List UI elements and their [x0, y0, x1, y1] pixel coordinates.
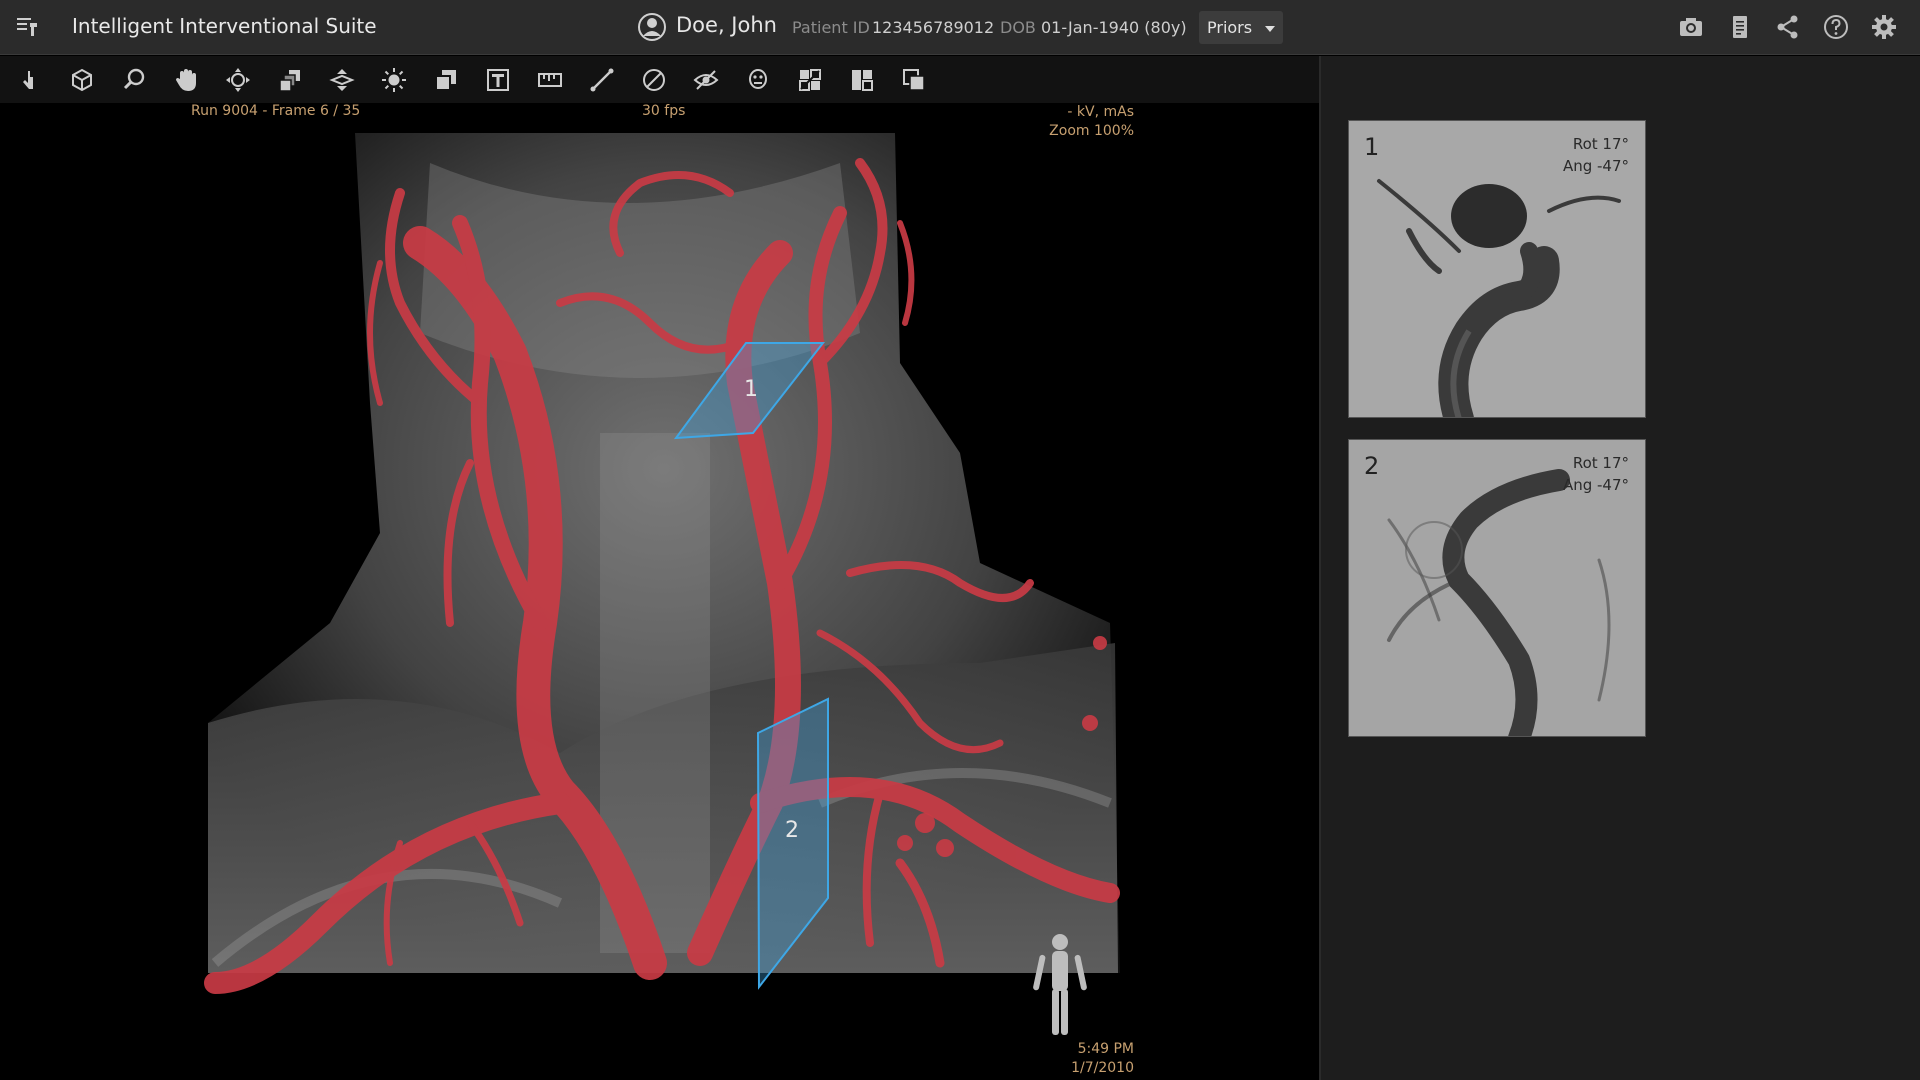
help-icon[interactable]: [1822, 13, 1850, 41]
slab-scroll-icon[interactable]: [327, 65, 357, 95]
angiography-viewport[interactable]: Run 9004 - Frame 6 / 35 30 fps - kV, mAs…: [0, 103, 1319, 1080]
patient-id-value: 123456789012: [872, 18, 995, 37]
dob-label: DOB: [1000, 18, 1036, 37]
top-header: Intelligent Interventional Suite Doe, Jo…: [0, 0, 1920, 55]
thumbnail-1-number: 1: [1364, 133, 1380, 161]
roi-label-2[interactable]: 2: [785, 818, 799, 843]
report-icon[interactable]: [1726, 13, 1754, 41]
rotate-icon[interactable]: [223, 65, 253, 95]
zoom-icon[interactable]: [119, 65, 149, 95]
priors-dropdown[interactable]: Priors: [1199, 11, 1283, 44]
ruler-icon[interactable]: [535, 65, 565, 95]
hide-eye-icon[interactable]: [691, 65, 721, 95]
brightness-icon[interactable]: [379, 65, 409, 95]
priors-label: Priors: [1207, 18, 1253, 37]
viewer-toolbar: [0, 56, 1319, 103]
pan-hand-icon[interactable]: [171, 65, 201, 95]
settings-icon[interactable]: [1870, 13, 1898, 41]
frame-rate: 30 fps: [642, 103, 686, 119]
share-icon[interactable]: [1774, 13, 1802, 41]
thumbnail-2[interactable]: 2 Rot 17° Ang -47°: [1348, 439, 1646, 737]
text-annotation-icon[interactable]: [483, 65, 513, 95]
patient-avatar-icon: [637, 12, 667, 42]
vessel-render-image: [204, 133, 1120, 1035]
3d-cube-icon[interactable]: [67, 65, 97, 95]
patient-name: Doe, John: [676, 13, 777, 37]
zoom-level: Zoom 100%: [1049, 123, 1134, 139]
thumbnail-2-angulation: Ang -47°: [1562, 476, 1629, 494]
thumbnail-1-angulation: Ang -47°: [1562, 157, 1629, 175]
export-window-icon[interactable]: [899, 65, 929, 95]
thumbnail-panel: 1 Rot 17° Ang -47° 2 Rot 17° Ang -47°: [1321, 56, 1920, 1080]
compare-icon[interactable]: [795, 65, 825, 95]
camera-icon[interactable]: [1677, 13, 1705, 41]
thumbnail-2-rotation: Rot 17°: [1572, 454, 1629, 472]
thumbnail-2-number: 2: [1364, 452, 1380, 480]
overlay-icon[interactable]: [431, 65, 461, 95]
acquisition-time: 5:49 PM: [1077, 1041, 1134, 1057]
run-frame-info: Run 9004 - Frame 6 / 35: [191, 103, 361, 119]
thumbnail-1[interactable]: 1 Rot 17° Ang -47°: [1348, 120, 1646, 418]
copy-images-icon[interactable]: [275, 65, 305, 95]
app-title: Intelligent Interventional Suite: [72, 14, 377, 38]
app-menu-icon[interactable]: [14, 13, 42, 41]
chevron-down-icon: [1263, 21, 1277, 35]
measure-line-icon[interactable]: [587, 65, 617, 95]
ellipse-roi-icon[interactable]: [639, 65, 669, 95]
patient-id-label: Patient ID: [792, 18, 870, 37]
dob-value: 01-Jan-1940 (80y): [1041, 18, 1187, 37]
anatomy-head-icon[interactable]: [743, 65, 773, 95]
acquisition-date: 1/7/2010: [1071, 1060, 1134, 1076]
layout-icon[interactable]: [847, 65, 877, 95]
select-tool-icon[interactable]: [15, 65, 45, 95]
thumbnail-1-rotation: Rot 17°: [1572, 135, 1629, 153]
kv-mas-info: - kV, mAs: [1067, 104, 1134, 120]
roi-label-1[interactable]: 1: [744, 377, 758, 402]
